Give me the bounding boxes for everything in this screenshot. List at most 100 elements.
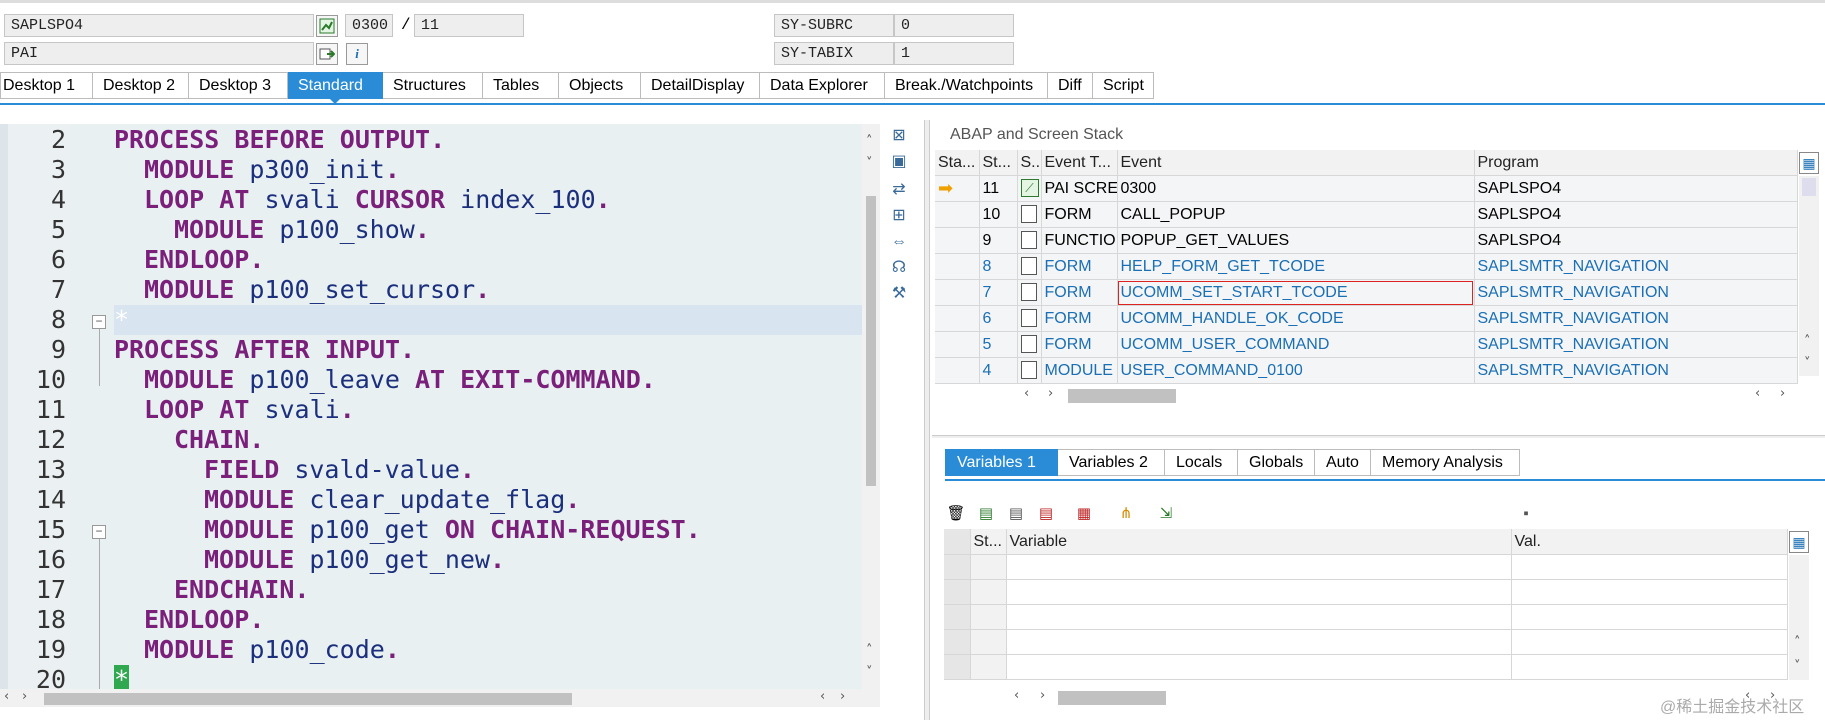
code-line[interactable]: MODULE p100_show. bbox=[70, 215, 862, 245]
new-window-icon[interactable]: ▣ bbox=[888, 152, 910, 172]
stack-event-cell[interactable]: POPUP_GET_VALUES bbox=[1117, 227, 1475, 254]
tab-standard[interactable]: Standard bbox=[288, 72, 383, 104]
stack-event-type-cell[interactable]: FORM bbox=[1041, 201, 1118, 228]
stack-program-cell[interactable]: SAPLSPO4 bbox=[1474, 227, 1798, 254]
tab-objects[interactable]: Objects bbox=[559, 72, 641, 99]
scroll-down-icon-2[interactable]: ˅ bbox=[866, 665, 873, 680]
stack-vertical-scrollbar[interactable]: ˄ ˅ bbox=[1799, 176, 1819, 376]
tab-script[interactable]: Script bbox=[1093, 72, 1154, 99]
horizontal-splitter[interactable] bbox=[932, 435, 1825, 438]
stack-row[interactable]: 4 MODULE ...USER_COMMAND_0100SAPLSMTR_NAV… bbox=[935, 357, 1798, 384]
stack-event-cell[interactable]: UCOMM_SET_START_TCODE bbox=[1117, 279, 1475, 306]
stack-icon-cell[interactable] bbox=[1017, 227, 1042, 254]
code-line[interactable]: MODULE p100_get_new. bbox=[70, 545, 862, 575]
stack-h-thumb[interactable] bbox=[1068, 389, 1176, 403]
fold-toggle-loop-2[interactable]: − bbox=[92, 525, 106, 539]
col-event-type[interactable]: Event T... bbox=[1041, 150, 1118, 176]
stack-event-cell[interactable]: UCOMM_HANDLE_OK_CODE bbox=[1117, 305, 1475, 332]
stack-icon-cell[interactable]: ⟋ bbox=[1017, 175, 1042, 202]
code-line[interactable]: PROCESS AFTER INPUT. bbox=[70, 335, 862, 365]
stack-event-cell[interactable]: HELP_FORM_GET_TCODE bbox=[1117, 253, 1475, 280]
tab-detaildisplay[interactable]: DetailDisplay bbox=[641, 72, 760, 99]
info-icon[interactable]: i bbox=[346, 43, 368, 65]
variable-name-cell[interactable] bbox=[1006, 604, 1512, 630]
variable-value-cell[interactable] bbox=[1511, 579, 1788, 605]
variables-vertical-scrollbar[interactable]: ˄ ˅ bbox=[1789, 555, 1809, 680]
stack-row[interactable]: 8 FORM HELP_FORM_GET_TCODE SAPLSMTR_NAVIGAT… bbox=[935, 253, 1798, 280]
stack-scroll-left-icon-2[interactable]: ‹ bbox=[1755, 386, 1760, 401]
stack-level-cell[interactable]: 10 bbox=[979, 201, 1018, 228]
row-selector-header[interactable] bbox=[944, 529, 971, 555]
scroll-right-icon-2[interactable]: › bbox=[840, 689, 845, 704]
fold-toggle-loop-1[interactable]: − bbox=[92, 315, 106, 329]
code-editor[interactable]: 2 3 4 5 6 7 8 9 10 11 12 13 14 15 16 17 18 19 20 PROCESS B… bbox=[0, 124, 862, 689]
stack-row[interactable]: 7 FORM UCOMM_SET_START_TCODE SAPLSMTR_NAVIG… bbox=[935, 279, 1798, 306]
scroll-down-icon[interactable]: ˅ bbox=[866, 156, 873, 171]
stack-icon-cell[interactable] bbox=[1017, 253, 1042, 280]
stack-status-cell[interactable] bbox=[935, 305, 980, 332]
tab-breakpoints[interactable]: Break./Watchpoints bbox=[885, 72, 1048, 99]
stack-event-type-cell[interactable]: PAI SCRE... bbox=[1041, 175, 1118, 202]
stack-scroll-down-icon[interactable]: ˅ bbox=[1804, 356, 1811, 371]
tab-memory-analysis[interactable]: Memory Analysis bbox=[1371, 449, 1520, 476]
stack-event-cell[interactable]: UCOMM_USER_COMMAND bbox=[1117, 331, 1475, 358]
close-panel-icon[interactable]: ⊠ bbox=[888, 126, 910, 146]
tools-icon[interactable]: ⚒ bbox=[888, 284, 910, 304]
stack-scroll-left-icon[interactable]: ‹ bbox=[1024, 386, 1029, 401]
stack-icon-cell[interactable] bbox=[1017, 357, 1042, 384]
scroll-up-icon-2[interactable]: ˄ bbox=[866, 643, 873, 658]
variable-value-cell[interactable] bbox=[1511, 604, 1788, 630]
stack-scroll-thumb[interactable] bbox=[1802, 178, 1816, 196]
col-s[interactable]: S... bbox=[1017, 150, 1042, 176]
variable-name-cell[interactable] bbox=[1006, 554, 1512, 580]
tab-desktop-2[interactable]: Desktop 2 bbox=[93, 72, 189, 99]
stack-event-type-cell[interactable]: FORM bbox=[1041, 253, 1118, 280]
stack-row[interactable]: 9 FUNCTIO...POPUP_GET_VALUESSAPLSPO4 bbox=[935, 227, 1798, 254]
scroll-right-icon[interactable]: › bbox=[22, 689, 27, 704]
stack-program-cell[interactable]: SAPLSPO4 bbox=[1474, 201, 1798, 228]
stack-program-cell[interactable]: SAPLSMTR_NAVIGATION bbox=[1474, 279, 1798, 306]
remove-row-icon[interactable]: ▤ bbox=[1034, 503, 1058, 525]
variables-column-settings-icon[interactable]: ▦ bbox=[1789, 531, 1809, 553]
screen-icon[interactable] bbox=[316, 15, 338, 37]
tab-auto[interactable]: Auto bbox=[1315, 449, 1371, 476]
stack-status-cell[interactable] bbox=[935, 357, 980, 384]
vars-scroll-up-icon[interactable]: ˄ bbox=[1794, 635, 1801, 650]
stack-level-cell[interactable]: 8 bbox=[979, 253, 1018, 280]
stack-level-cell[interactable]: 9 bbox=[979, 227, 1018, 254]
tab-tables[interactable]: Tables bbox=[483, 72, 559, 99]
col-value[interactable]: Val. bbox=[1511, 529, 1788, 555]
stack-status-cell[interactable] bbox=[935, 227, 980, 254]
panel-divider[interactable] bbox=[924, 120, 930, 720]
line-number-field[interactable]: 11 bbox=[414, 14, 524, 37]
variable-value-cell[interactable] bbox=[1511, 654, 1788, 680]
stack-program-cell[interactable]: SAPLSPO4 bbox=[1474, 175, 1798, 202]
code-line[interactable]: * bbox=[70, 665, 862, 689]
row-selector[interactable] bbox=[944, 654, 971, 680]
code-line[interactable]: LOOP AT svali. bbox=[70, 395, 862, 425]
stack-row[interactable]: 5 FORM UCOMM_USER_COMMAND SAPLSMTR_NAVIGATI… bbox=[935, 331, 1798, 358]
stack-event-cell[interactable]: CALL_POPUP bbox=[1117, 201, 1475, 228]
screen-number-field[interactable]: 0300 bbox=[345, 14, 393, 37]
headset-icon[interactable]: ☊ bbox=[888, 258, 910, 278]
code-line[interactable]: MODULE p100_set_cursor. bbox=[70, 275, 862, 305]
stack-row[interactable]: 6 FORM UCOMM_HANDLE_OK_CODE SAPLSMTR_NAVIGA… bbox=[935, 305, 1798, 332]
tree-icon[interactable]: ⋔ bbox=[1114, 503, 1138, 525]
stack-scroll-right-icon[interactable]: › bbox=[1048, 386, 1053, 401]
code-line[interactable]: MODULE p100_leave AT EXIT-COMMAND. bbox=[70, 365, 862, 395]
code-line[interactable]: PROCESS BEFORE OUTPUT. bbox=[70, 125, 862, 155]
stack-level-cell[interactable]: 6 bbox=[979, 305, 1018, 332]
vars-scroll-right-icon[interactable]: › bbox=[1040, 688, 1045, 703]
editor-vertical-scrollbar[interactable]: ˄ ˅ ˄ ˅ bbox=[862, 124, 880, 689]
code-line[interactable]: MODULE p100_get ON CHAIN-REQUEST. bbox=[70, 515, 862, 545]
code-line[interactable]: MODULE clear_update_flag. bbox=[70, 485, 862, 515]
tab-desktop-3[interactable]: Desktop 3 bbox=[189, 72, 288, 99]
variable-status-cell[interactable] bbox=[970, 554, 1007, 580]
code-line[interactable]: CHAIN. bbox=[70, 425, 862, 455]
editor-horizontal-scrollbar[interactable]: ‹ › ‹ › bbox=[0, 689, 880, 707]
insert-row-icon[interactable]: ▤ bbox=[974, 503, 998, 525]
variable-value-cell[interactable] bbox=[1511, 554, 1788, 580]
variable-row[interactable] bbox=[944, 579, 1788, 605]
stack-horizontal-scrollbar[interactable]: ‹ › ‹ › bbox=[1010, 384, 1800, 406]
col-variable[interactable]: Variable bbox=[1006, 529, 1512, 555]
